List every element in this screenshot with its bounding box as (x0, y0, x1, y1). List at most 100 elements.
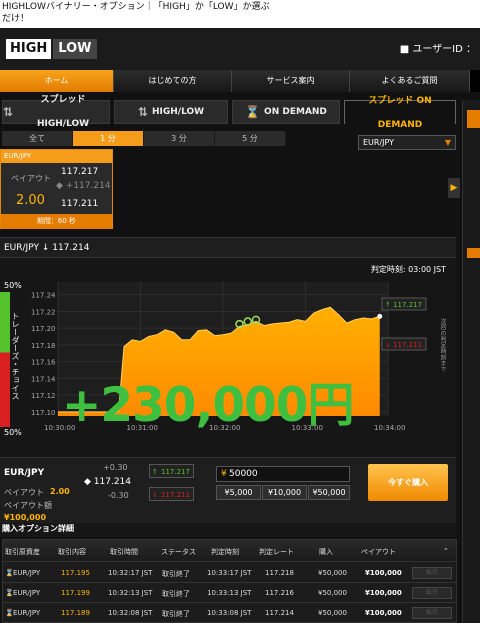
trade-payout-label: ペイアウト (4, 488, 44, 497)
high-button[interactable]: ↑ 117.217 (149, 464, 194, 478)
buy-now-button[interactable]: 今すぐ購入 (368, 464, 448, 501)
current-price-dot (377, 313, 383, 319)
pair-select[interactable]: EUR/JPY ▼ (358, 135, 456, 150)
cell-asset: EUR/JPY (13, 609, 41, 617)
collapse-icon[interactable]: ⌃ (443, 547, 449, 555)
nav-services[interactable]: サービス案内 (232, 70, 350, 92)
cell-judge: 10:33:13 JST (207, 589, 252, 597)
arrow-updown-icon: ⇅ (3, 105, 14, 119)
tab-label: ON DEMAND (264, 107, 327, 117)
card-pair: EUR/JPY (1, 150, 112, 163)
y-tick-label: 117.10 (31, 409, 56, 417)
logo-low: LOW (53, 39, 97, 59)
cell-time: 10:32:08 JST (108, 609, 153, 617)
trade-payout-value: 2.00 (50, 487, 70, 496)
spread-up: +0.30 (103, 463, 128, 472)
next-arrow-icon[interactable]: ▶ (448, 178, 460, 198)
judge-time: 判定時刻: 03:00 JST (370, 265, 446, 274)
cell-content: 117.195 (61, 569, 90, 577)
high-marker-label: ↑ 117.217 (385, 301, 422, 309)
tab-label: スプレッドHIGH/LOW (36, 95, 90, 129)
profit-overlay-text: +230,000円 (62, 378, 354, 433)
tab-spread-ondemand[interactable]: スプレッド ON DEMAND (344, 96, 456, 130)
cell-time: 10:32:13 JST (108, 589, 153, 597)
quote-card[interactable]: EUR/JPY 117.217 ペイアウト ◆ +117.214 2.00 11… (0, 149, 113, 229)
trade-rate: ◆ 117.214 (84, 477, 132, 487)
period-5min[interactable]: 5 分 (215, 131, 286, 146)
low-button[interactable]: ↓ 117.211 (149, 487, 194, 501)
cell-time: 10:32:17 JST (108, 569, 153, 577)
chevron-down-icon: ▼ (444, 138, 451, 147)
spread-down: -0.30 (108, 491, 129, 500)
cell-payout: ¥100,000 (365, 569, 402, 577)
cell-rate: 117.216 (265, 589, 294, 597)
cell-judge: 10:33:08 JST (207, 609, 252, 617)
tab-label: HIGH/LOW (151, 107, 205, 117)
cell-buy: ¥50,000 (318, 609, 347, 617)
side-tab[interactable] (467, 110, 480, 128)
cell-asset: EUR/JPY (13, 569, 41, 577)
cell-status: 取引終了 (162, 570, 190, 578)
trade-amount-label: ペイアウト額 (4, 501, 52, 510)
logo-high: HIGH (6, 39, 52, 59)
x-tick-label: 10:34:00 (374, 424, 405, 432)
pair-select-value: EUR/JPY (363, 138, 395, 147)
traders-choice-gauge (0, 292, 10, 427)
card-payout-value: 2.00 (16, 193, 45, 208)
banner-line-2: だけ！ (2, 14, 30, 24)
y-tick-label: 117.20 (31, 325, 56, 333)
period-3min[interactable]: 3 分 (144, 131, 215, 146)
cell-content: 117.199 (61, 589, 90, 597)
cell-payout: ¥100,000 (365, 609, 402, 617)
chart-pair: EUR/JPY (4, 243, 39, 253)
y-tick-label: 117.12 (31, 392, 56, 400)
quick-amount-5000[interactable]: ¥5,000 (216, 485, 261, 500)
trade-pair: EUR/JPY (4, 468, 45, 478)
period-all[interactable]: 全て (2, 131, 73, 146)
period-1min[interactable]: 1 分 (73, 131, 144, 146)
site-header: HIGH LOW ■ ユーザーID ： (0, 28, 480, 70)
trade-panel: EUR/JPY +0.30 ◆ 117.214 -0.30 ペイアウト 2.00… (0, 457, 456, 527)
resell-button[interactable]: 転売 (412, 587, 452, 599)
resell-button[interactable]: 転売 (412, 567, 452, 579)
cell-status: 取引終了 (162, 590, 190, 598)
trade-mode-tabs: ⇅ スプレッドHIGH/LOW ⇅ HIGH/LOW ⌛ ON DEMAND ス… (0, 95, 460, 130)
nav-beginners[interactable]: はじめての方 (114, 70, 232, 92)
down-arrow-icon: ↓ (41, 243, 53, 253)
chart-panel: EUR/JPY ↓ 117.214 判定時刻: 03:00 JST 50% トレ… (0, 237, 456, 457)
cell-rate: 117.218 (265, 569, 294, 577)
person-icon: ■ (399, 44, 410, 55)
low-marker-label: ↓ 117.211 (385, 341, 422, 349)
cell-judge: 10:33:17 JST (207, 569, 252, 577)
cell-buy: ¥50,000 (318, 589, 347, 597)
tab-label: スプレッド ON DEMAND (368, 95, 432, 130)
amount-input[interactable]: ¥ 50000 (216, 466, 350, 482)
highlow-logo[interactable]: HIGH LOW (6, 39, 106, 59)
resell-button[interactable]: 転売 (412, 607, 452, 619)
arrow-updown-icon: ⇅ (137, 105, 148, 119)
hourglass-icon: ⌛ (245, 105, 261, 119)
promo-banner: HIGHLOWバイナリー・オプション｜「HIGH」か「LOW」か選ぶ だけ！ (0, 0, 480, 28)
purchase-details-title: 購入オプション詳細 (0, 523, 456, 537)
traders-choice-top-pct: 50% (4, 281, 22, 290)
cell-rate: 117.214 (265, 609, 294, 617)
chart-pair-bar: EUR/JPY ↓ 117.214 (0, 238, 456, 258)
period-tabs: 全て 1 分 3 分 5 分 (2, 131, 286, 146)
user-id[interactable]: ■ ユーザーID ： (400, 40, 476, 55)
quick-amount-50000[interactable]: ¥50,000 (308, 485, 350, 500)
cell-status: 取引終了 (162, 610, 190, 618)
card-high-price: 117.217 (61, 167, 99, 177)
tab-highlow[interactable]: ⇅ HIGH/LOW (114, 100, 228, 124)
cell-payout: ¥100,000 (365, 589, 402, 597)
y-tick-label: 117.18 (31, 342, 56, 350)
tab-ondemand[interactable]: ⌛ ON DEMAND (232, 100, 340, 124)
down-arrow-icon: ↓ (152, 491, 158, 499)
quick-amount-10000[interactable]: ¥10,000 (262, 485, 307, 500)
tab-spread-highlow[interactable]: ⇅ スプレッドHIGH/LOW (2, 95, 110, 129)
traders-choice-label: トレーダーズ・チョイス (11, 312, 20, 400)
user-id-label: ユーザーID ： (412, 44, 476, 55)
traders-choice-bottom-pct: 50% (4, 428, 22, 437)
side-tab[interactable] (467, 248, 480, 258)
next-judge-side-label: 次回の判定時刻まで (439, 318, 446, 372)
card-low-price: 117.211 (61, 199, 99, 209)
